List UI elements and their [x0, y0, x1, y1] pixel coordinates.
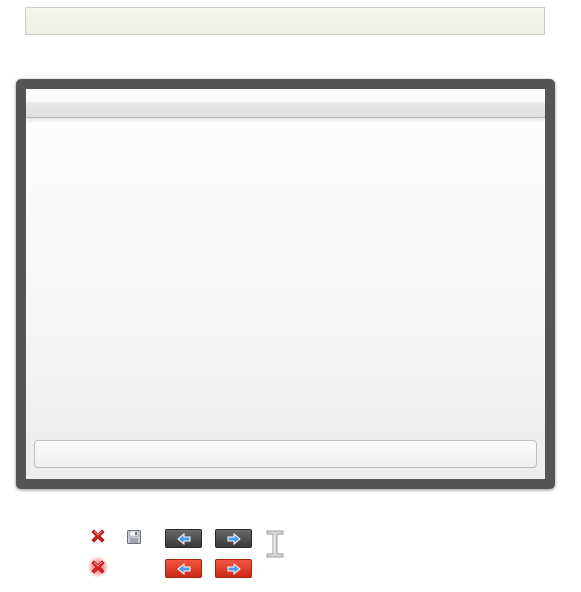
window-content — [26, 89, 545, 479]
prev-button[interactable] — [165, 559, 202, 578]
window-frame — [16, 79, 555, 489]
next-button[interactable] — [215, 559, 252, 578]
save-icon[interactable] — [127, 530, 141, 544]
resize-handle-icon[interactable] — [265, 530, 285, 558]
prev-button[interactable] — [165, 529, 202, 548]
window-titlebar[interactable] — [26, 89, 545, 118]
close-icon[interactable] — [87, 556, 109, 578]
close-icon[interactable] — [91, 529, 105, 543]
top-bar — [25, 7, 545, 35]
window-statusbar — [34, 440, 537, 468]
next-button[interactable] — [215, 529, 252, 548]
